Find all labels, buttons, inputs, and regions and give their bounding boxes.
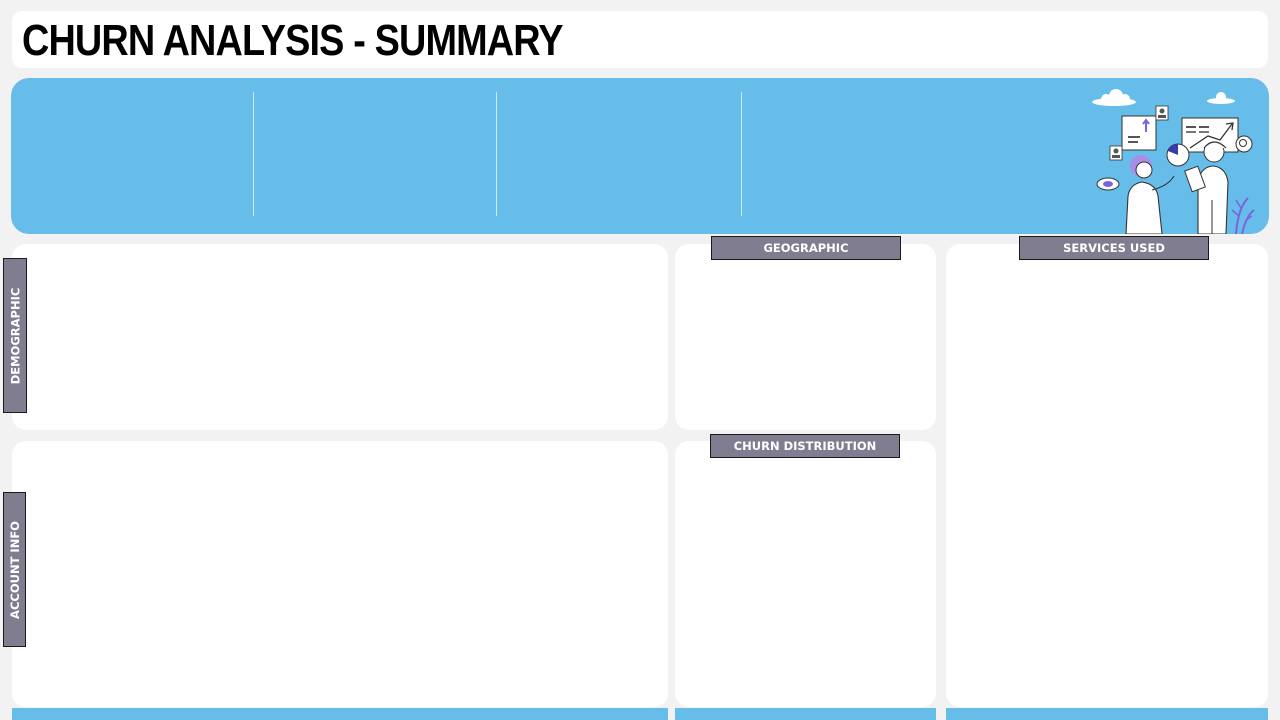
section-label-churn-distribution: CHURN DISTRIBUTION [710,434,900,458]
section-label-geographic: GEOGRAPHIC [711,236,901,260]
section-label-services-used: SERVICES USED [1019,236,1209,260]
bottom-strip [12,708,668,720]
section-label-text: GEOGRAPHIC [763,241,849,255]
section-label-text: DEMOGRAPHIC [8,287,22,384]
account-info-card [12,441,668,707]
kpi-band [11,78,1269,234]
kpi-divider [253,92,254,216]
section-label-text: ACCOUNT INFO [7,520,22,619]
section-label-text: CHURN DISTRIBUTION [733,439,877,453]
section-label-demographic: DEMOGRAPHIC [3,258,27,413]
title-bar: CHURN ANALYSIS - SUMMARY [12,11,1268,68]
bottom-strip [946,708,1268,720]
section-label-account-info: ACCOUNT INFO [3,492,26,647]
services-used-card [946,244,1268,707]
geographic-card [675,244,936,430]
bottom-strip [675,708,936,720]
kpi-divider [496,92,497,216]
demographic-card [12,244,668,430]
section-label-text: SERVICES USED [1063,241,1165,255]
data-analysts-illustration-icon [1092,89,1255,234]
kpi-divider [741,92,742,216]
page-title: CHURN ANALYSIS - SUMMARY [22,16,564,65]
churn-distribution-card [675,441,936,707]
